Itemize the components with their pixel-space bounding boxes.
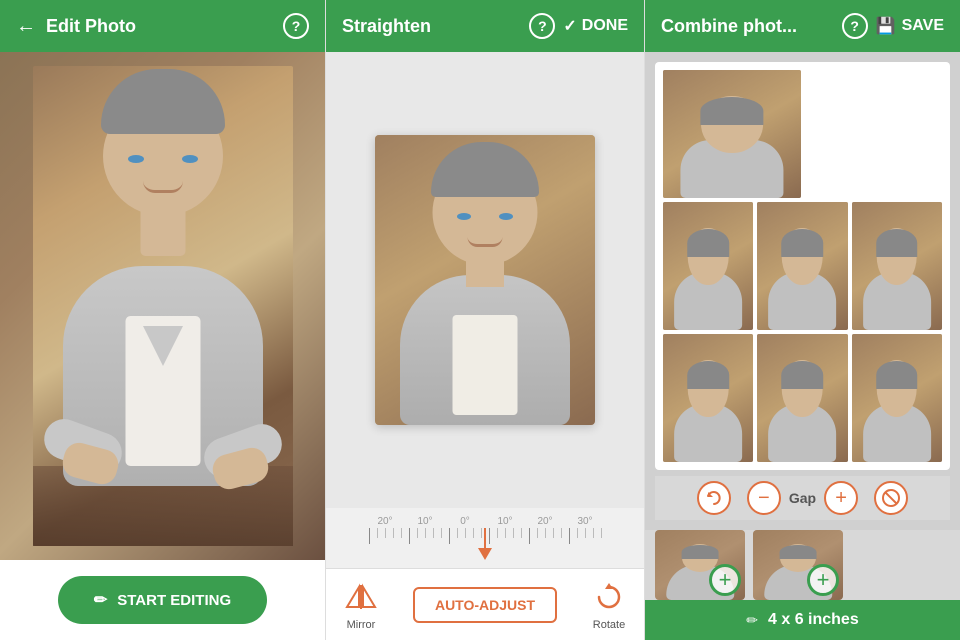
auto-adjust-button[interactable]: AUTO-ADJUST	[413, 587, 557, 623]
grid-photo-2-empty	[805, 70, 943, 198]
middle-header: Straighten ? ✓ DONE	[326, 0, 644, 52]
checkmark-icon: ✓	[563, 16, 576, 36]
no-border-button[interactable]	[874, 481, 908, 515]
gap-controls: − Gap +	[655, 476, 950, 520]
gap-plus-button[interactable]: +	[824, 481, 858, 515]
grid-photo-6[interactable]	[663, 334, 753, 462]
left-photo-bg	[0, 52, 325, 560]
add-photo-thumb-2[interactable]: +	[753, 530, 843, 600]
ruler-label-10-neg: 10°	[405, 516, 445, 527]
rotate-icon	[591, 579, 627, 615]
grid-row-2	[663, 202, 942, 330]
rotate-label: Rotate	[593, 619, 625, 631]
middle-photo-frame	[375, 135, 595, 425]
ruler-area[interactable]: 20° 10° 0° 10° 20° 30°	[326, 508, 644, 568]
add-photo-plus-2[interactable]: +	[807, 564, 839, 596]
grid-photo-5[interactable]	[852, 202, 942, 330]
size-text: 4 x 6 inches	[768, 611, 859, 629]
ruler-label-0: 0°	[445, 516, 485, 527]
middle-help-icon[interactable]: ?	[529, 13, 555, 39]
right-panel: Combine phot... ? 💾 SAVE	[645, 0, 960, 640]
left-panel: ← Edit Photo ?	[0, 0, 325, 640]
grid-row-3	[663, 334, 942, 462]
grid-photo-1[interactable]	[663, 70, 801, 198]
save-button[interactable]: 💾 SAVE	[876, 16, 944, 36]
middle-toolbar: Mirror AUTO-ADJUST Rotate	[326, 568, 644, 640]
ruler-ticks	[326, 528, 644, 553]
grid-photo-8[interactable]	[852, 334, 942, 462]
grid-photo-7[interactable]	[757, 334, 847, 462]
grid-photo-3[interactable]	[663, 202, 753, 330]
mirror-tool[interactable]: Mirror	[343, 579, 379, 631]
done-button[interactable]: ✓ DONE	[563, 16, 628, 36]
save-disk-icon: 💾	[876, 16, 896, 36]
start-editing-label: START EDITING	[117, 592, 231, 609]
add-photo-thumb-1[interactable]: +	[655, 530, 745, 600]
right-grid-area: − Gap +	[645, 52, 960, 530]
rotate-tool[interactable]: Rotate	[591, 579, 627, 631]
add-photo-plus-1[interactable]: +	[709, 564, 741, 596]
ruler-numbers: 20° 10° 0° 10° 20° 30°	[326, 508, 644, 528]
grid-photo-4[interactable]	[757, 202, 847, 330]
gap-minus-button[interactable]: −	[747, 481, 781, 515]
size-edit-icon[interactable]: ✏	[746, 612, 758, 629]
grid-row-1	[663, 70, 942, 198]
photo-grid-card	[655, 62, 950, 470]
right-header: Combine phot... ? 💾 SAVE	[645, 0, 960, 52]
right-panel-title: Combine phot...	[661, 16, 834, 37]
left-header: ← Edit Photo ?	[0, 0, 325, 52]
done-label: DONE	[582, 17, 628, 35]
gap-label: Gap	[789, 490, 816, 506]
undo-button[interactable]	[697, 481, 731, 515]
ruler-label-30-pos: 30°	[565, 516, 605, 527]
right-help-icon[interactable]: ?	[842, 13, 868, 39]
left-help-icon[interactable]: ?	[283, 13, 309, 39]
ruler-indicator	[478, 528, 492, 560]
save-label: SAVE	[902, 17, 944, 35]
start-editing-button[interactable]: ✏ START EDITING	[58, 576, 267, 624]
left-bottom: ✏ START EDITING	[0, 560, 325, 640]
middle-photo-person	[375, 135, 595, 425]
ruler-label-20-pos: 20°	[525, 516, 565, 527]
mirror-label: Mirror	[347, 619, 376, 631]
left-photo-area	[0, 52, 325, 560]
ruler-label-10-pos: 10°	[485, 516, 525, 527]
right-bottom: + + ✏ 4 x 6 inches	[645, 530, 960, 640]
mirror-icon	[343, 579, 379, 615]
add-photos-strip: + +	[645, 530, 960, 600]
middle-photo-area	[326, 52, 644, 508]
auto-adjust-tool[interactable]: AUTO-ADJUST	[413, 587, 557, 623]
ruler-label-20-neg: 20°	[365, 516, 405, 527]
app-container: ← Edit Photo ?	[0, 0, 960, 640]
size-bar: ✏ 4 x 6 inches	[645, 600, 960, 640]
pencil-icon: ✏	[94, 590, 107, 610]
middle-panel: Straighten ? ✓ DONE	[325, 0, 645, 640]
middle-panel-title: Straighten	[342, 16, 521, 37]
left-panel-title: Edit Photo	[46, 16, 273, 37]
back-button[interactable]: ←	[16, 15, 36, 38]
